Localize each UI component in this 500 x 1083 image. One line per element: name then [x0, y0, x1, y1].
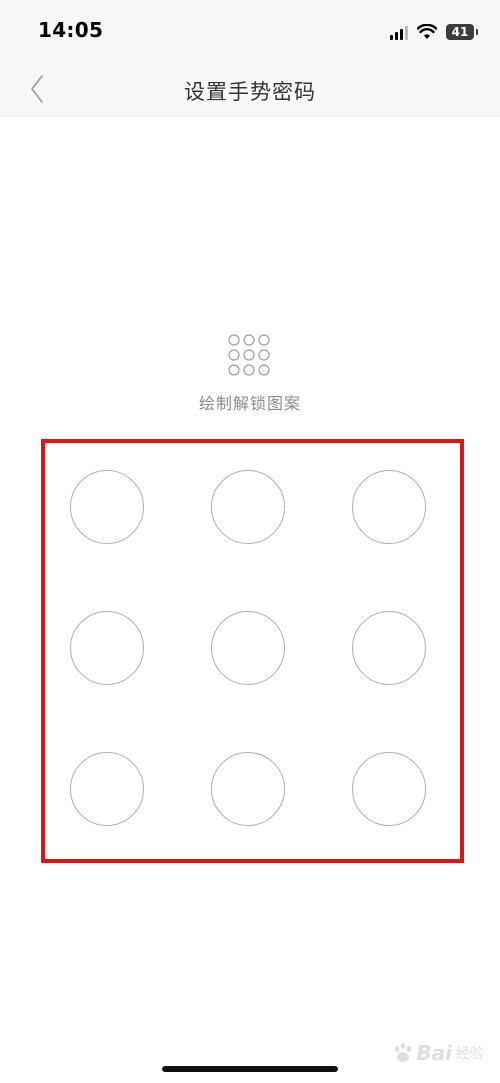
page-title: 设置手势密码 [184, 80, 316, 104]
status-icons: 41 [390, 20, 478, 44]
watermark-text: Bai [416, 1041, 452, 1065]
pattern-dot-3[interactable] [352, 470, 426, 544]
pattern-dot-4[interactable] [70, 611, 144, 685]
battery-cap [476, 29, 478, 35]
pattern-dot-2[interactable] [211, 470, 285, 544]
draw-pattern-hint: 绘制解锁图案 [198, 394, 301, 413]
pattern-dot-6[interactable] [352, 611, 426, 685]
keypad-grid-icon [228, 334, 270, 376]
gesture-password-screen: 14:05 41 设置手势密码 绘制解锁图案 Bai 经验 [0, 0, 500, 1083]
watermark-sub: 经验 [456, 1046, 484, 1062]
paw-icon [395, 1043, 412, 1062]
pattern-lock-grid[interactable] [70, 470, 430, 830]
wifi-icon [417, 24, 437, 39]
status-bar: 14:05 41 [0, 0, 500, 62]
cellular-signal-icon [390, 24, 408, 40]
pattern-dot-9[interactable] [352, 752, 426, 826]
battery-level: 41 [451, 25, 469, 39]
pattern-dot-7[interactable] [70, 752, 144, 826]
pattern-dot-8[interactable] [211, 752, 285, 826]
pattern-dot-1[interactable] [70, 470, 144, 544]
home-indicator[interactable] [162, 1066, 338, 1072]
baidu-watermark: Bai 经验 [392, 1036, 484, 1070]
status-time: 14:05 [38, 18, 104, 42]
pattern-dot-5[interactable] [211, 611, 285, 685]
battery-icon: 41 [446, 24, 478, 40]
navigation-bar: 设置手势密码 [0, 62, 500, 117]
